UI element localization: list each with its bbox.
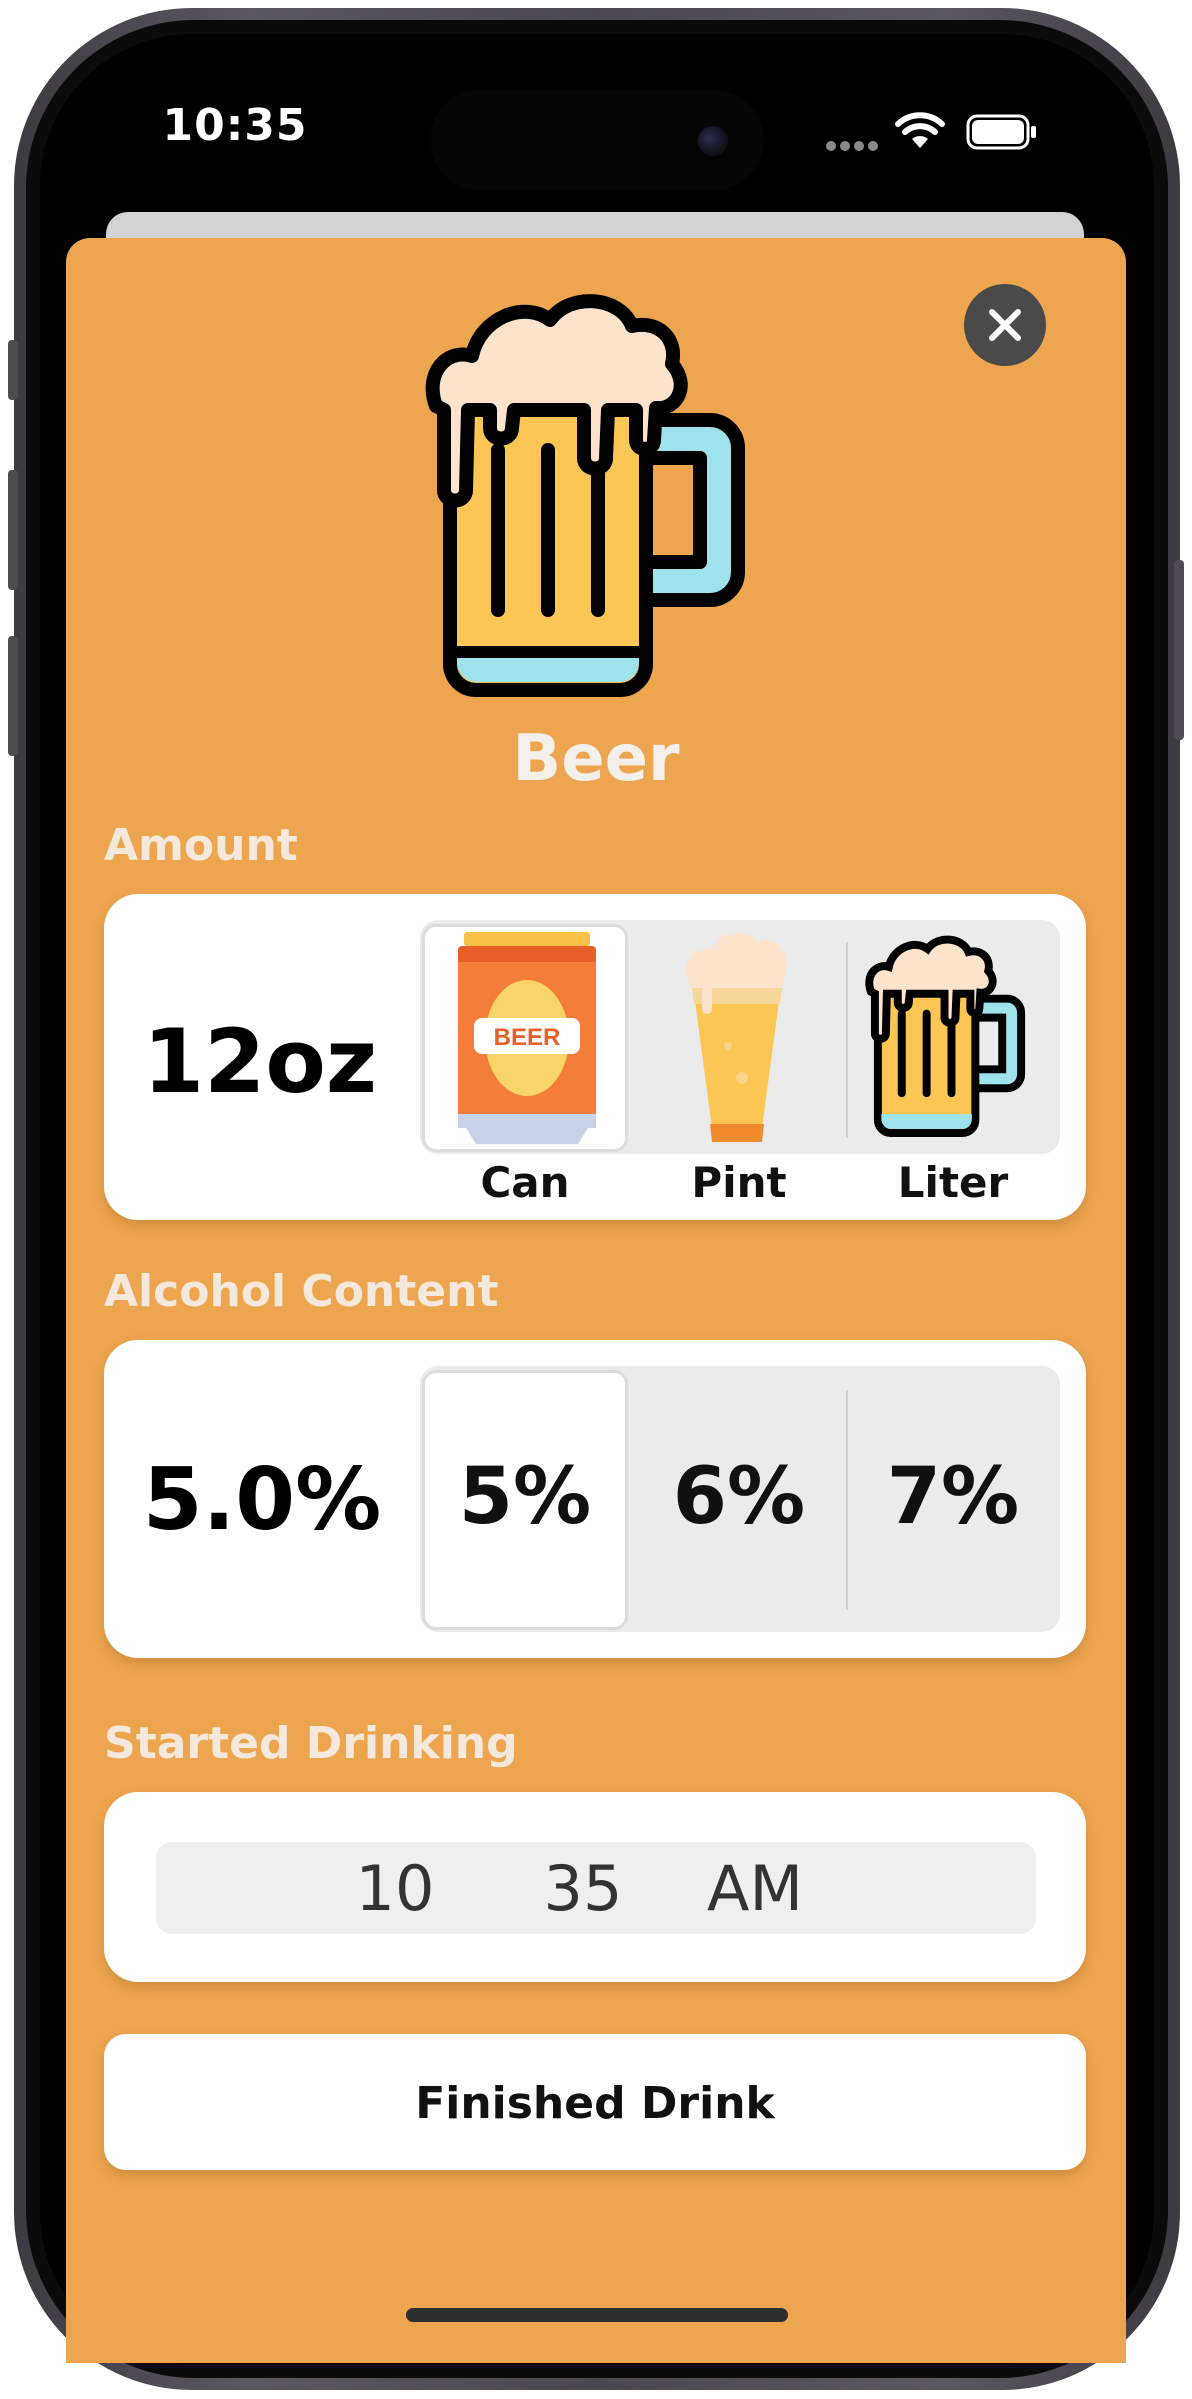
- amount-divider: [846, 942, 848, 1138]
- close-icon: [989, 309, 1021, 341]
- finished-drink-button[interactable]: Finished Drink: [104, 2034, 1086, 2170]
- battery-icon: [966, 114, 1036, 150]
- cellular-signal-icon: [826, 136, 882, 151]
- picker-hour[interactable]: 10: [330, 1852, 460, 1925]
- wifi-icon: [895, 112, 945, 148]
- amount-option-pint-label[interactable]: Pint: [634, 1158, 844, 1207]
- amount-value: 12oz: [142, 1010, 378, 1113]
- volume-up-button: [8, 470, 18, 590]
- alcohol-option-7-label[interactable]: 7%: [850, 1452, 1056, 1542]
- alcohol-value: 5.0%: [142, 1450, 382, 1550]
- pint-glass-icon: [686, 932, 787, 1142]
- picker-ghost-row-top: [340, 1812, 800, 1826]
- power-button: [1174, 560, 1184, 740]
- picker-minute[interactable]: 35: [518, 1852, 648, 1925]
- amount-option-liter-label[interactable]: Liter: [848, 1158, 1058, 1207]
- amount-section-label: Amount: [104, 820, 298, 871]
- beer-mug-icon: [425, 294, 745, 697]
- picker-period[interactable]: AM: [690, 1852, 820, 1925]
- beer-mug-icon: [865, 935, 1026, 1137]
- alcohol-divider: [846, 1390, 848, 1610]
- beer-can-label: BEER: [494, 1024, 561, 1051]
- started-section-label: Started Drinking: [104, 1718, 518, 1769]
- alcohol-section-label: Alcohol Content: [104, 1266, 499, 1317]
- action-button: [8, 340, 18, 400]
- alcohol-option-5-label[interactable]: 5%: [422, 1452, 628, 1542]
- drink-title: Beer: [512, 722, 680, 796]
- finished-drink-label: Finished Drink: [415, 2078, 775, 2129]
- beer-can-icon: BEER: [458, 932, 596, 1144]
- status-time: 10:35: [162, 100, 308, 151]
- amount-option-can-label[interactable]: Can: [420, 1158, 630, 1207]
- front-camera: [698, 126, 728, 156]
- alcohol-option-6-label[interactable]: 6%: [636, 1452, 842, 1542]
- home-indicator: [406, 2308, 788, 2322]
- close-button[interactable]: [964, 284, 1046, 366]
